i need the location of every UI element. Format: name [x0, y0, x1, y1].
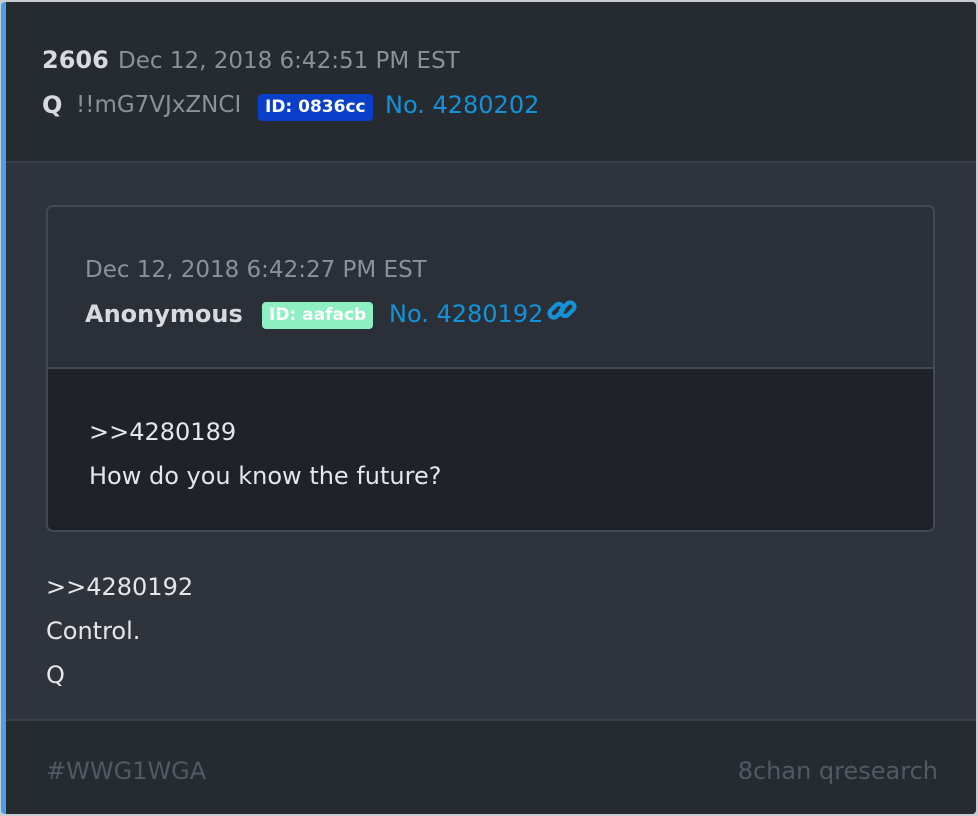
tripcode: !!mG7VJxZNCI: [76, 92, 242, 118]
post-number-link[interactable]: No. 4280202: [385, 91, 539, 119]
link-icon[interactable]: [545, 293, 579, 327]
quoted-post-body: >>4280189 How do you know the future?: [48, 369, 933, 530]
q-drop-card: 2606 Dec 12, 2018 6:42:51 PM EST Q !!mG7…: [1, 2, 976, 814]
quoted-poster-id-badge: ID: aafacb: [262, 302, 374, 329]
author-name: Q: [42, 91, 63, 119]
post-text: Control.: [46, 617, 141, 645]
quoted-reply-reference[interactable]: >>4280189: [89, 418, 236, 446]
quoted-post-header: Dec 12, 2018 6:42:27 PM EST Anonymous ID…: [48, 207, 933, 369]
post-footer: #WWG1WGA 8chan qresearch: [6, 719, 976, 814]
quoted-post-number-link[interactable]: No. 4280192: [389, 300, 543, 328]
source-label: 8chan qresearch: [737, 757, 938, 785]
post-header: 2606 Dec 12, 2018 6:42:51 PM EST Q !!mG7…: [6, 2, 976, 163]
poster-id-badge: ID: 0836cc: [258, 94, 373, 121]
reply-reference[interactable]: >>4280192: [46, 573, 193, 601]
quoted-author-name: Anonymous: [85, 300, 243, 328]
post-timestamp: Dec 12, 2018 6:42:51 PM EST: [118, 48, 460, 74]
hashtag: #WWG1WGA: [46, 757, 207, 785]
drop-number: 2606: [42, 46, 109, 74]
post-signature: Q: [46, 661, 65, 689]
quoted-post-timestamp: Dec 12, 2018 6:42:27 PM EST: [85, 257, 427, 283]
quoted-post-text: How do you know the future?: [89, 462, 442, 490]
quoted-post: Dec 12, 2018 6:42:27 PM EST Anonymous ID…: [46, 205, 935, 532]
